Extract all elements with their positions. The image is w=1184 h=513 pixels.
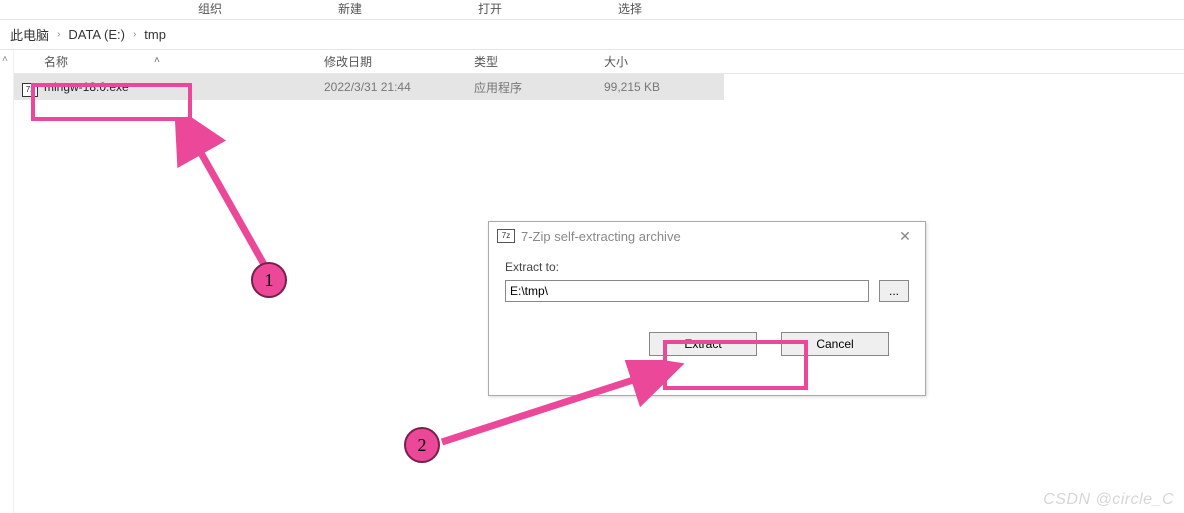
close-icon[interactable]: ✕	[895, 228, 915, 245]
column-name-label: 名称	[44, 55, 68, 69]
file-date: 2022/3/31 21:44	[324, 80, 474, 94]
sort-arrow-icon: ˄	[154, 55, 160, 66]
column-headers: 名称 ˄ 修改日期 类型 大小	[14, 50, 1184, 74]
breadcrumb[interactable]: 此电脑 › DATA (E:) › tmp	[0, 20, 1184, 50]
browse-button[interactable]: ...	[879, 280, 909, 302]
dialog-title-text: 7-Zip self-extracting archive	[521, 229, 681, 244]
annotation-circle-1: 1	[251, 262, 287, 298]
sevenzip-dialog: 7z 7-Zip self-extracting archive ✕ Extra…	[488, 221, 926, 396]
crumb-drive[interactable]: DATA (E:)	[64, 27, 129, 42]
sevenzip-icon: 7z	[497, 229, 515, 243]
chevron-right-icon: ›	[53, 29, 64, 40]
ribbon-tab-organize[interactable]: 组织	[140, 0, 280, 19]
crumb-thispc[interactable]: 此电脑	[6, 25, 53, 44]
sevenzip-exe-icon: 7z	[22, 83, 38, 97]
sidebar-collapse-icon[interactable]: ˄	[2, 54, 8, 65]
column-size[interactable]: 大小	[604, 53, 724, 70]
column-date[interactable]: 修改日期	[324, 53, 474, 70]
file-type: 应用程序	[474, 79, 604, 96]
annotation-number-1: 1	[265, 270, 274, 291]
extract-path-input[interactable]	[505, 280, 869, 302]
column-name[interactable]: 名称 ˄	[14, 53, 324, 70]
dialog-titlebar[interactable]: 7z 7-Zip self-extracting archive ✕	[489, 222, 925, 250]
ribbon-tabs: 组织 新建 打开 选择	[0, 0, 1184, 20]
file-row[interactable]: 7z mingw-18.0.exe 2022/3/31 21:44 应用程序 9…	[14, 74, 724, 100]
column-type[interactable]: 类型	[474, 53, 604, 70]
extract-to-label: Extract to:	[505, 260, 909, 274]
extract-button[interactable]: Extract	[649, 332, 757, 356]
annotation-number-2: 2	[418, 435, 427, 456]
ribbon-tab-new[interactable]: 新建	[280, 0, 420, 19]
cancel-button[interactable]: Cancel	[781, 332, 889, 356]
ribbon-tab-select[interactable]: 选择	[560, 0, 700, 19]
annotation-circle-2: 2	[404, 427, 440, 463]
watermark-text: CSDN @circle_C	[1043, 491, 1174, 509]
file-size: 99,215 KB	[604, 80, 724, 94]
file-name: mingw-18.0.exe	[44, 80, 129, 94]
crumb-folder[interactable]: tmp	[140, 27, 170, 42]
ribbon-tab-open[interactable]: 打开	[420, 0, 560, 19]
sidebar-nav[interactable]: ˄	[0, 50, 14, 513]
chevron-right-icon: ›	[129, 29, 140, 40]
